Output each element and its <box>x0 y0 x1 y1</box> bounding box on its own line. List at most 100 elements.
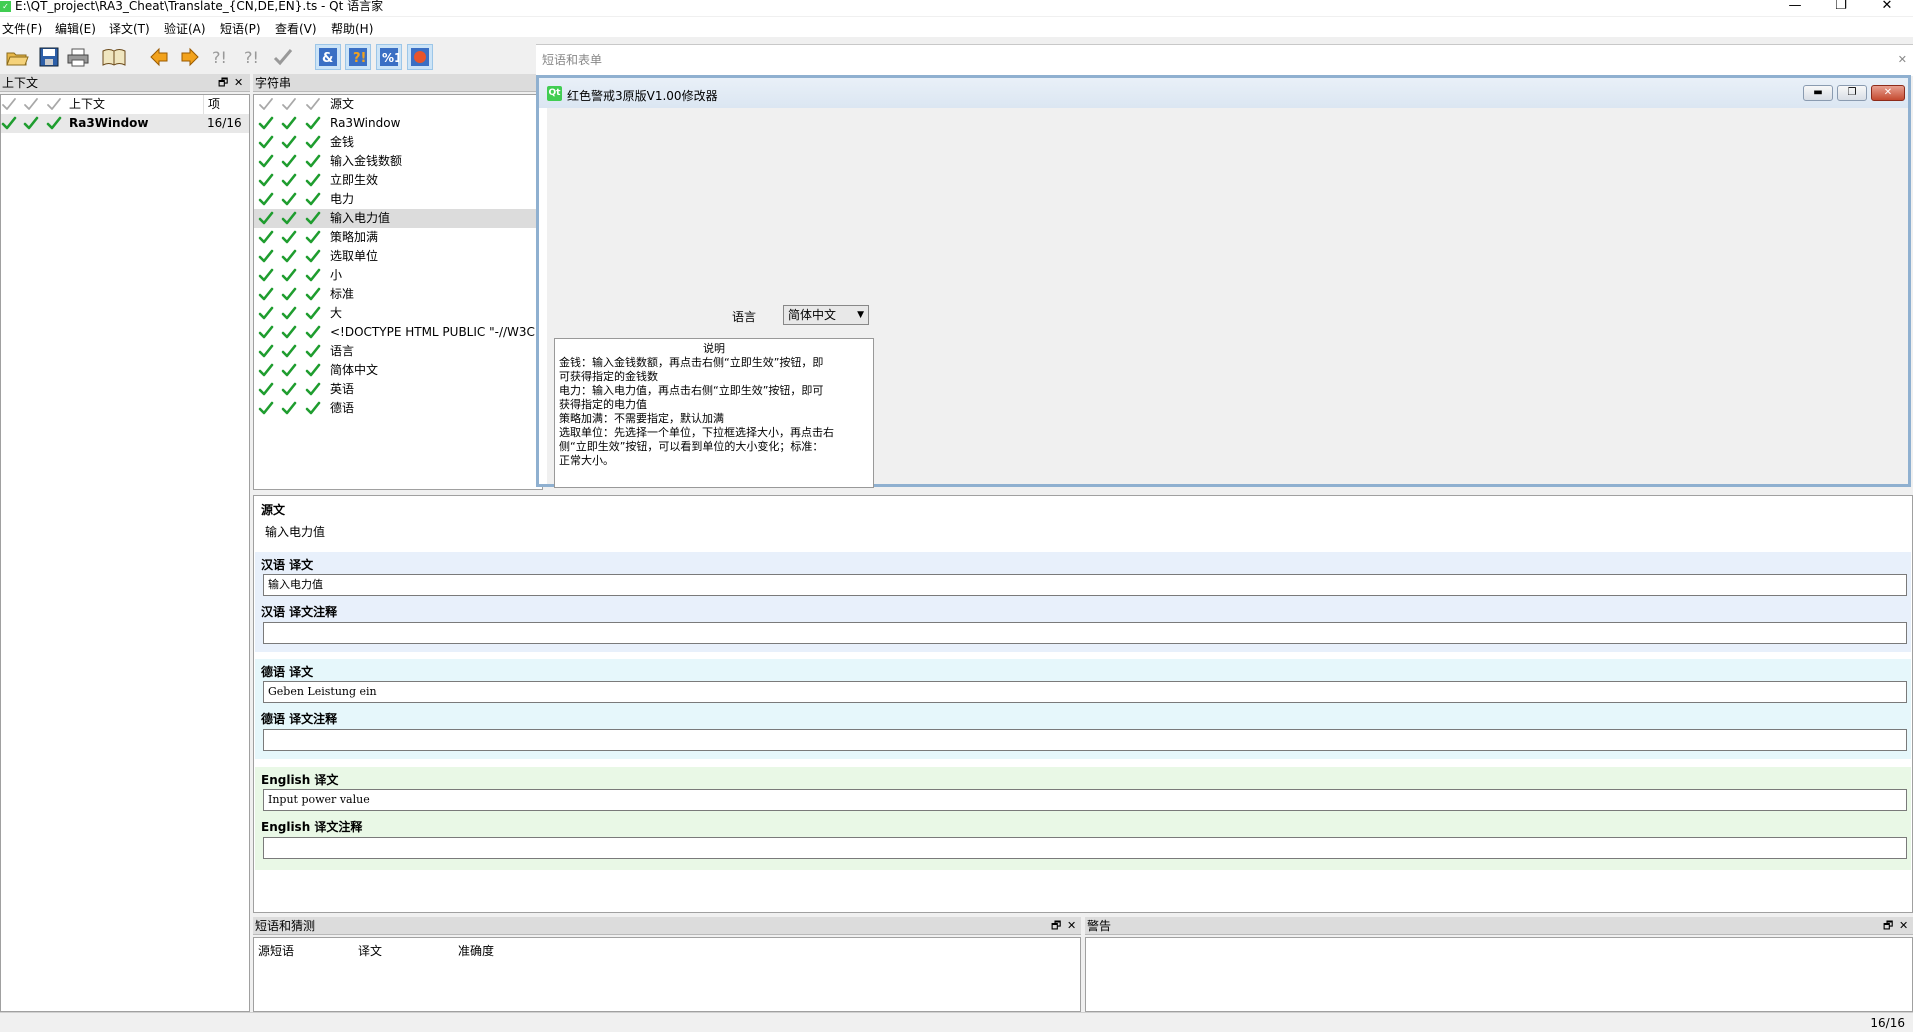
phrasebook-icon[interactable] <box>101 44 127 70</box>
next-icon[interactable] <box>177 44 203 70</box>
maximize-button[interactable]: ❐ <box>1818 0 1864 16</box>
done-icon <box>281 344 297 358</box>
string-source: 英语 <box>330 382 355 396</box>
string-row[interactable]: 标准 <box>254 285 542 304</box>
done-icon <box>281 135 297 149</box>
punctuation-icon[interactable]: ?! <box>345 44 371 70</box>
done-icon <box>46 116 62 130</box>
string-source: 小 <box>330 268 343 282</box>
col-items[interactable]: 项 <box>203 95 220 114</box>
string-row[interactable]: 英语 <box>254 380 542 399</box>
col-translation[interactable]: 译文 <box>358 942 382 959</box>
col-source[interactable]: 源文 <box>330 95 354 114</box>
context-row[interactable]: Ra3Window 16/16 <box>1 114 249 133</box>
string-row[interactable]: 简体中文 <box>254 361 542 380</box>
string-source: 语言 <box>330 344 355 358</box>
string-row[interactable]: 输入金钱数额 <box>254 152 542 171</box>
zh-comment-label: 汉语 译文注释 <box>261 605 338 619</box>
description-line: 选取单位：先选择一个单位，下拉框选择大小，再点击右 <box>559 426 834 439</box>
string-row[interactable]: 德语 <box>254 399 542 418</box>
string-row[interactable]: 输入电力值 <box>254 209 542 228</box>
dock-close-icon[interactable]: ✕ <box>1067 917 1076 935</box>
description-line: 金钱：输入金钱数额，再点击右侧“立即生效”按钮，即 <box>559 356 824 369</box>
strings-dock-title: 字符串 <box>255 76 292 90</box>
prev-unfinished-icon[interactable]: ?! <box>208 44 234 70</box>
col-accuracy[interactable]: 准确度 <box>458 942 494 959</box>
qt-logo-icon: Qt <box>547 86 562 101</box>
print-icon[interactable] <box>65 44 91 70</box>
done-icon <box>305 382 321 396</box>
done-icon <box>305 268 321 282</box>
done-icon <box>281 268 297 282</box>
dock-close-icon[interactable]: ✕ <box>1899 917 1908 935</box>
dock-float-icon[interactable]: 🗗 <box>218 74 228 92</box>
phrase-window-title: 短语和表单 <box>542 53 603 67</box>
string-source: 大 <box>330 306 343 320</box>
description-line: 正常大小。 <box>559 454 614 467</box>
context-name: Ra3Window <box>69 116 149 130</box>
zh-translation-field[interactable]: 输入电力值 <box>263 574 1907 596</box>
done-icon <box>281 325 297 339</box>
save-icon[interactable] <box>36 44 62 70</box>
col-context[interactable]: 上下文 <box>69 95 105 114</box>
string-row[interactable]: 立即生效 <box>254 171 542 190</box>
menu-validation[interactable]: 验证(A) <box>164 20 206 37</box>
string-source: 德语 <box>330 401 355 415</box>
description-line: 策略加满：不需要指定，默认加满 <box>559 412 724 425</box>
string-row[interactable]: <!DOCTYPE HTML PUBLIC "-//W3C <box>254 323 542 342</box>
string-row[interactable]: 策略加满 <box>254 228 542 247</box>
phrase-window-close-icon[interactable]: ✕ <box>1898 53 1907 66</box>
menu-file[interactable]: 文件(F) <box>2 20 42 37</box>
string-row[interactable]: Ra3Window <box>254 114 542 133</box>
minimize-button[interactable]: — <box>1772 0 1818 16</box>
svg-text:&: & <box>322 51 333 66</box>
dock-close-icon[interactable]: ✕ <box>234 74 243 92</box>
done-icon <box>1 116 17 130</box>
language-label: 语言 <box>732 310 757 324</box>
done-icon <box>281 192 297 206</box>
placemarker-icon[interactable] <box>407 44 433 70</box>
done-icon <box>281 211 297 225</box>
language-select[interactable]: 简体中文 ▼ <box>783 305 869 325</box>
string-source: Ra3Window <box>330 116 401 130</box>
en-translation-field[interactable]: Input power value <box>263 789 1907 811</box>
close-button[interactable]: ✕ <box>1864 0 1910 16</box>
string-row[interactable]: 电力 <box>254 190 542 209</box>
context-dock-header: 上下文 🗗 ✕ <box>0 74 250 92</box>
zh-comment-field[interactable] <box>263 622 1907 644</box>
col-source-phrase[interactable]: 源短语 <box>258 942 294 959</box>
menu-translation[interactable]: 译文(T) <box>109 20 150 37</box>
preview-close-button[interactable]: ✕ <box>1871 85 1905 101</box>
string-row[interactable]: 大 <box>254 304 542 323</box>
menu-view[interactable]: 查看(V) <box>275 20 317 37</box>
strings-header-row: 源文 <box>254 95 542 114</box>
menu-phrases[interactable]: 短语(P) <box>220 20 261 37</box>
previous-icon[interactable] <box>146 44 172 70</box>
done-icon <box>23 116 39 130</box>
done-icon <box>281 287 297 301</box>
en-comment-field[interactable] <box>263 837 1907 859</box>
dock-float-icon[interactable]: 🗗 <box>1883 917 1893 935</box>
string-source: 立即生效 <box>330 173 379 187</box>
preview-minimize-button[interactable]: ▬ <box>1803 85 1833 101</box>
preview-maximize-button[interactable]: ❐ <box>1837 85 1867 101</box>
phrase-matches-icon[interactable]: %1 <box>376 44 402 70</box>
en-comment-label: English 译文注释 <box>261 820 363 834</box>
menu-help[interactable]: 帮助(H) <box>331 20 373 37</box>
string-row[interactable]: 小 <box>254 266 542 285</box>
de-translation-field[interactable]: Geben Leistung ein <box>263 681 1907 703</box>
accelerators-icon[interactable]: & <box>315 44 341 70</box>
source-label: 源文 <box>261 503 286 517</box>
done-icon <box>305 363 321 377</box>
open-icon[interactable] <box>4 44 30 70</box>
de-comment-field[interactable] <box>263 729 1907 751</box>
menu-edit[interactable]: 编辑(E) <box>55 20 96 37</box>
string-row[interactable]: 选取单位 <box>254 247 542 266</box>
status-header-icon <box>305 97 321 111</box>
done-and-next-icon[interactable] <box>271 44 297 70</box>
string-row[interactable]: 金钱 <box>254 133 542 152</box>
string-row[interactable]: 语言 <box>254 342 542 361</box>
warnings-dock: 警告 🗗 ✕ <box>1085 917 1913 1012</box>
next-unfinished-icon[interactable]: ?! <box>240 44 266 70</box>
dock-float-icon[interactable]: 🗗 <box>1051 917 1061 935</box>
